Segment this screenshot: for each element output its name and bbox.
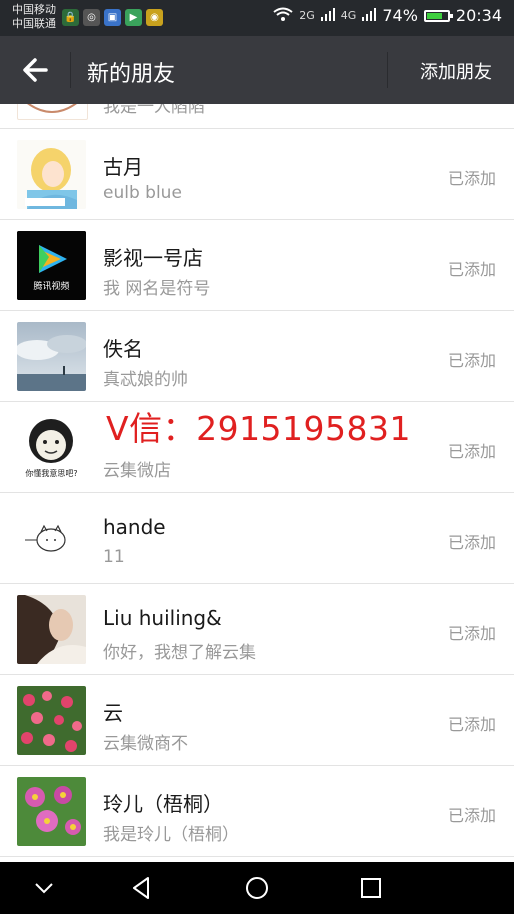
status-bar: 中国移动 中国联通 🔒 ◎ ▣ ▶ ◉ 2G 4G 74% 20:34 [0, 0, 514, 36]
added-status: 已添加 [447, 624, 496, 643]
list-item[interactable]: Liu huiling& 你好，我想了解云集 已添加 [0, 584, 514, 675]
carrier-1: 中国移动 [12, 3, 56, 16]
contact-name: 佚名 [103, 337, 143, 361]
contact-name: 云 [103, 701, 123, 725]
list-item[interactable]: 佚名 真忒娘的帅 已添加 [0, 311, 514, 402]
meme-caption: 你懂我意思吧? [25, 469, 78, 478]
added-status: 已添加 [447, 806, 496, 825]
list-item[interactable]: 云 云集微商不 已添加 [0, 675, 514, 766]
page-title: 新的朋友 [87, 62, 176, 87]
added-status: 已添加 [447, 533, 496, 552]
wechat-icon: ◎ [83, 9, 100, 26]
home-button[interactable] [243, 874, 271, 902]
system-nav-bar [0, 862, 514, 914]
battery-icon [423, 9, 453, 22]
recents-button[interactable] [357, 874, 385, 902]
clock: 20:34 [455, 6, 502, 25]
contact-name: 影视一号店 [103, 246, 203, 270]
circle-home-icon [246, 877, 268, 899]
contact-message: 真忒娘的帅 [103, 370, 188, 390]
contact-message: 我是玲儿（梧桐） [103, 825, 239, 845]
chevron-down-icon [35, 883, 53, 894]
avatar [17, 686, 86, 755]
list-item[interactable]: hande 11 已添加 [0, 493, 514, 584]
avatar [17, 777, 86, 846]
carrier-names: 中国移动 中国联通 [12, 3, 56, 31]
contact-message: eulb blue [103, 183, 182, 203]
contact-name: 玲儿（梧桐） [103, 792, 223, 816]
hide-keyboard-button[interactable] [30, 874, 58, 902]
avatar: 你懂我意思吧? [17, 413, 86, 482]
added-status: 已添加 [447, 715, 496, 734]
list-item[interactable]: 古月 eulb blue 已添加 [0, 129, 514, 220]
contact-name: Liu huiling& [103, 606, 222, 630]
add-friend-button[interactable]: 添加朋友 [420, 58, 492, 84]
status-right: 2G 4G 74% 20:34 [273, 6, 502, 25]
signal-1-label: 2G [299, 9, 315, 22]
added-status: 已添加 [447, 260, 496, 279]
avatar [17, 595, 86, 664]
avatar: 腾讯视频 [17, 231, 86, 300]
title-bar: 新的朋友 添加朋友 [0, 36, 514, 104]
added-status: 已添加 [447, 351, 496, 370]
list-item[interactable]: 腾讯视频 影视一号店 我 网名是符号 已添加 [0, 220, 514, 311]
avatar [17, 140, 86, 209]
signal-bars-icon [320, 6, 335, 25]
back-arrow-icon [23, 58, 48, 82]
overlay-contact-text: V信：2915195831 [106, 409, 412, 448]
signal-bars-icon [362, 6, 377, 25]
added-status: 已添加 [447, 169, 496, 188]
contact-message: 我是一人陷陷 [103, 104, 205, 117]
avatar [17, 104, 88, 120]
contact-message: 我 网名是符号 [103, 279, 211, 299]
video-logo-text: 腾讯视频 [33, 282, 70, 292]
app-icon: ▣ [104, 9, 121, 26]
carrier-2: 中国联通 [12, 17, 56, 30]
contact-name: hande [103, 515, 166, 539]
list-item[interactable]: 我是一人陷陷 [0, 104, 514, 129]
list-item[interactable]: 玲儿（梧桐） 我是玲儿（梧桐） 已添加 [0, 766, 514, 857]
battery-percent: 74% [382, 6, 418, 25]
header-divider [70, 52, 71, 88]
added-status: 已添加 [447, 442, 496, 461]
triangle-back-icon [133, 877, 149, 899]
back-button[interactable] [18, 53, 54, 87]
avatar [17, 322, 86, 391]
wifi-icon [273, 7, 293, 25]
contact-message: 云集微商不 [103, 734, 188, 754]
notification-icons: 🔒 ◎ ▣ ▶ ◉ [62, 9, 163, 26]
eye-icon: ◉ [146, 9, 163, 26]
lock-icon: 🔒 [62, 9, 79, 26]
contact-message: 云集微店 [103, 461, 171, 481]
square-recents-icon [361, 878, 381, 898]
avatar [17, 504, 86, 573]
back-nav-button[interactable] [128, 874, 156, 902]
header-divider [387, 52, 388, 88]
contact-message: 11 [103, 547, 125, 567]
signal-2-label: 4G [340, 9, 357, 22]
contact-message: 你好，我想了解云集 [103, 643, 256, 663]
friend-request-list: 我是一人陷陷 古月 eulb blue 已添加 腾讯视频 影视一号店 我 网名是… [0, 104, 514, 862]
video-app-icon: ▶ [125, 9, 142, 26]
contact-name: 古月 [103, 155, 143, 179]
